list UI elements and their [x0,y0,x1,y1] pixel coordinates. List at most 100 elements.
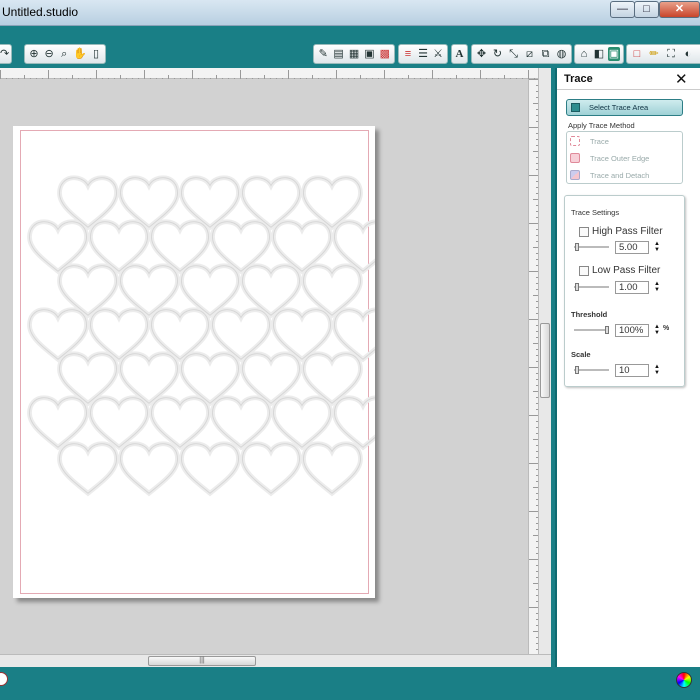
redo-icon[interactable]: ↷ [0,47,9,61]
rotate-icon[interactable]: ↻ [491,47,504,61]
page-setup-icon[interactable]: ▤ [332,47,344,61]
heart-shape [335,310,376,360]
heart-shape [120,443,178,494]
heart-shape [151,397,209,448]
app-window: Untitled.studio — □ ✕ ↷ ⊕ ⊖ ⌕ ✋ ▯ ✎ ▤ ▦ … [0,0,700,700]
view-tools: □ ✏ ⛶ ◐ [626,44,700,64]
select-trace-area-button[interactable]: Select Trace Area [566,99,683,116]
horizontal-scroll-thumb[interactable]: ||| [148,656,256,666]
heart-shape [29,397,87,448]
title-bar: Untitled.studio — □ ✕ [0,0,700,26]
fit-page-icon[interactable]: ▯ [90,47,102,61]
trace-icon [570,136,580,146]
trace-selected-icon[interactable]: ▣ [608,47,620,61]
pan-icon[interactable]: ✋ [73,47,87,61]
high-pass-checkbox[interactable] [579,226,589,237]
threshold-slider[interactable] [574,326,609,334]
minimize-button[interactable]: — [610,1,635,18]
trace-detach-icon [570,170,580,180]
high-pass-spinner[interactable]: ▲ ▼ [654,241,660,253]
select-area-icon [571,103,580,112]
high-pass-label: High Pass Filter [592,226,663,237]
replicate-icon[interactable]: ⧉ [539,47,552,61]
vertical-ruler [528,79,539,654]
grid-icon[interactable]: ▦ [348,47,360,61]
high-pass-value-field[interactable]: 5.00 [615,241,649,254]
close-icon[interactable]: ✕ [675,70,688,88]
menu-band [0,26,700,40]
undo-group: ↷ [0,44,12,64]
library-icon[interactable]: ◍ [555,47,568,61]
shear-icon[interactable]: ⧄ [523,47,536,61]
page [13,126,375,598]
zoom-select-icon[interactable]: ⌕ [58,47,70,61]
rect-icon[interactable]: □ [630,47,644,61]
toolbar: ↷ ⊕ ⊖ ⌕ ✋ ▯ ✎ ▤ ▦ ▣ ▩ ≡ ☰ ⚔ A ✥ ↻ ⤡ ⧄ ⧉ … [0,40,700,68]
text-icon[interactable]: A [455,47,464,61]
vertical-scroll-thumb[interactable] [540,323,550,398]
heart-shape [212,397,270,448]
draw-icon[interactable]: ✎ [317,47,329,61]
heart-shape [59,443,117,494]
move-icon[interactable]: ✥ [475,47,488,61]
scale-spinner[interactable]: ▲ ▼ [654,364,660,376]
maximize-button[interactable]: □ [634,1,659,18]
trace-settings-title: Trace Settings [571,208,620,217]
trace-and-detach-button[interactable]: Trace and Detach [567,167,682,183]
color-wheel-icon[interactable] [676,672,692,688]
low-pass-value-field[interactable]: 1.00 [615,281,649,294]
low-pass-label: Low Pass Filter [592,265,661,276]
scale-value-field[interactable]: 10 [615,364,649,377]
high-pass-row: High Pass Filter [579,226,663,237]
high-pass-slider[interactable] [574,243,609,251]
low-pass-slider[interactable] [574,283,609,291]
zoom-in-icon[interactable]: ⊕ [28,47,40,61]
threshold-label: Threshold [571,310,608,319]
vertical-scrollbar[interactable] [538,68,551,654]
fill-icon[interactable]: ☰ [417,47,429,61]
threshold-value-field[interactable]: 100% [615,324,649,337]
trace-panel-icon[interactable]: ◧ [593,47,605,61]
trace-outer-edge-icon [570,153,580,163]
low-pass-slider-knob[interactable] [575,283,579,291]
top-ruler [0,68,538,81]
design-canvas[interactable] [0,79,528,654]
low-pass-checkbox[interactable] [579,265,589,276]
scale-icon[interactable]: ⤡ [507,47,520,61]
store-icon[interactable]: ⌂ [578,47,590,61]
scale-slider-knob[interactable] [575,366,579,374]
panel-tools: ⌂ ◧ ▣ [574,44,624,64]
heart-shape [181,443,239,494]
scale-slider[interactable] [574,366,609,374]
trace-outer-edge-button[interactable]: Trace Outer Edge [567,150,682,166]
window-title: Untitled.studio [2,5,79,19]
select-trace-area-label: Select Trace Area [589,103,649,112]
threshold-slider-knob[interactable] [605,326,609,334]
colorwheel-icon[interactable]: ◐ [681,47,695,61]
trace-methods-group: Trace Trace Outer Edge Trace and Detach [566,131,683,184]
heart-shape [303,443,361,494]
close-window-button[interactable]: ✕ [659,1,700,18]
trace-label: Trace [590,136,609,146]
fullscreen-icon[interactable]: ⛶ [664,47,678,61]
low-pass-row: Low Pass Filter [579,265,660,276]
high-pass-slider-knob[interactable] [575,243,579,251]
knife-icon[interactable]: ⚔ [432,47,444,61]
page-tools: ✎ ▤ ▦ ▣ ▩ [313,44,395,64]
heart-pattern-image[interactable] [13,126,375,598]
pencil-icon[interactable]: ✏ [647,47,661,61]
trace-settings-group: Trace Settings High Pass Filter 5.00 ▲ ▼ … [564,195,685,387]
low-pass-spinner[interactable]: ▲ ▼ [654,281,660,293]
horizontal-scrollbar[interactable]: ||| [0,654,551,667]
threshold-spinner[interactable]: ▲ ▼ [654,324,660,336]
trace-and-detach-label: Trace and Detach [590,170,650,180]
registration-icon[interactable]: ▩ [379,47,391,61]
trace-button[interactable]: Trace [567,133,682,149]
heart-shape [335,398,376,448]
heart-shape [335,222,376,272]
line-style-icon[interactable]: ≡ [402,47,414,61]
line-tools: ≡ ☰ ⚔ [398,44,448,64]
cut-icon[interactable]: ▣ [363,47,375,61]
zoom-out-icon[interactable]: ⊖ [43,47,55,61]
heart-shape [90,397,148,448]
